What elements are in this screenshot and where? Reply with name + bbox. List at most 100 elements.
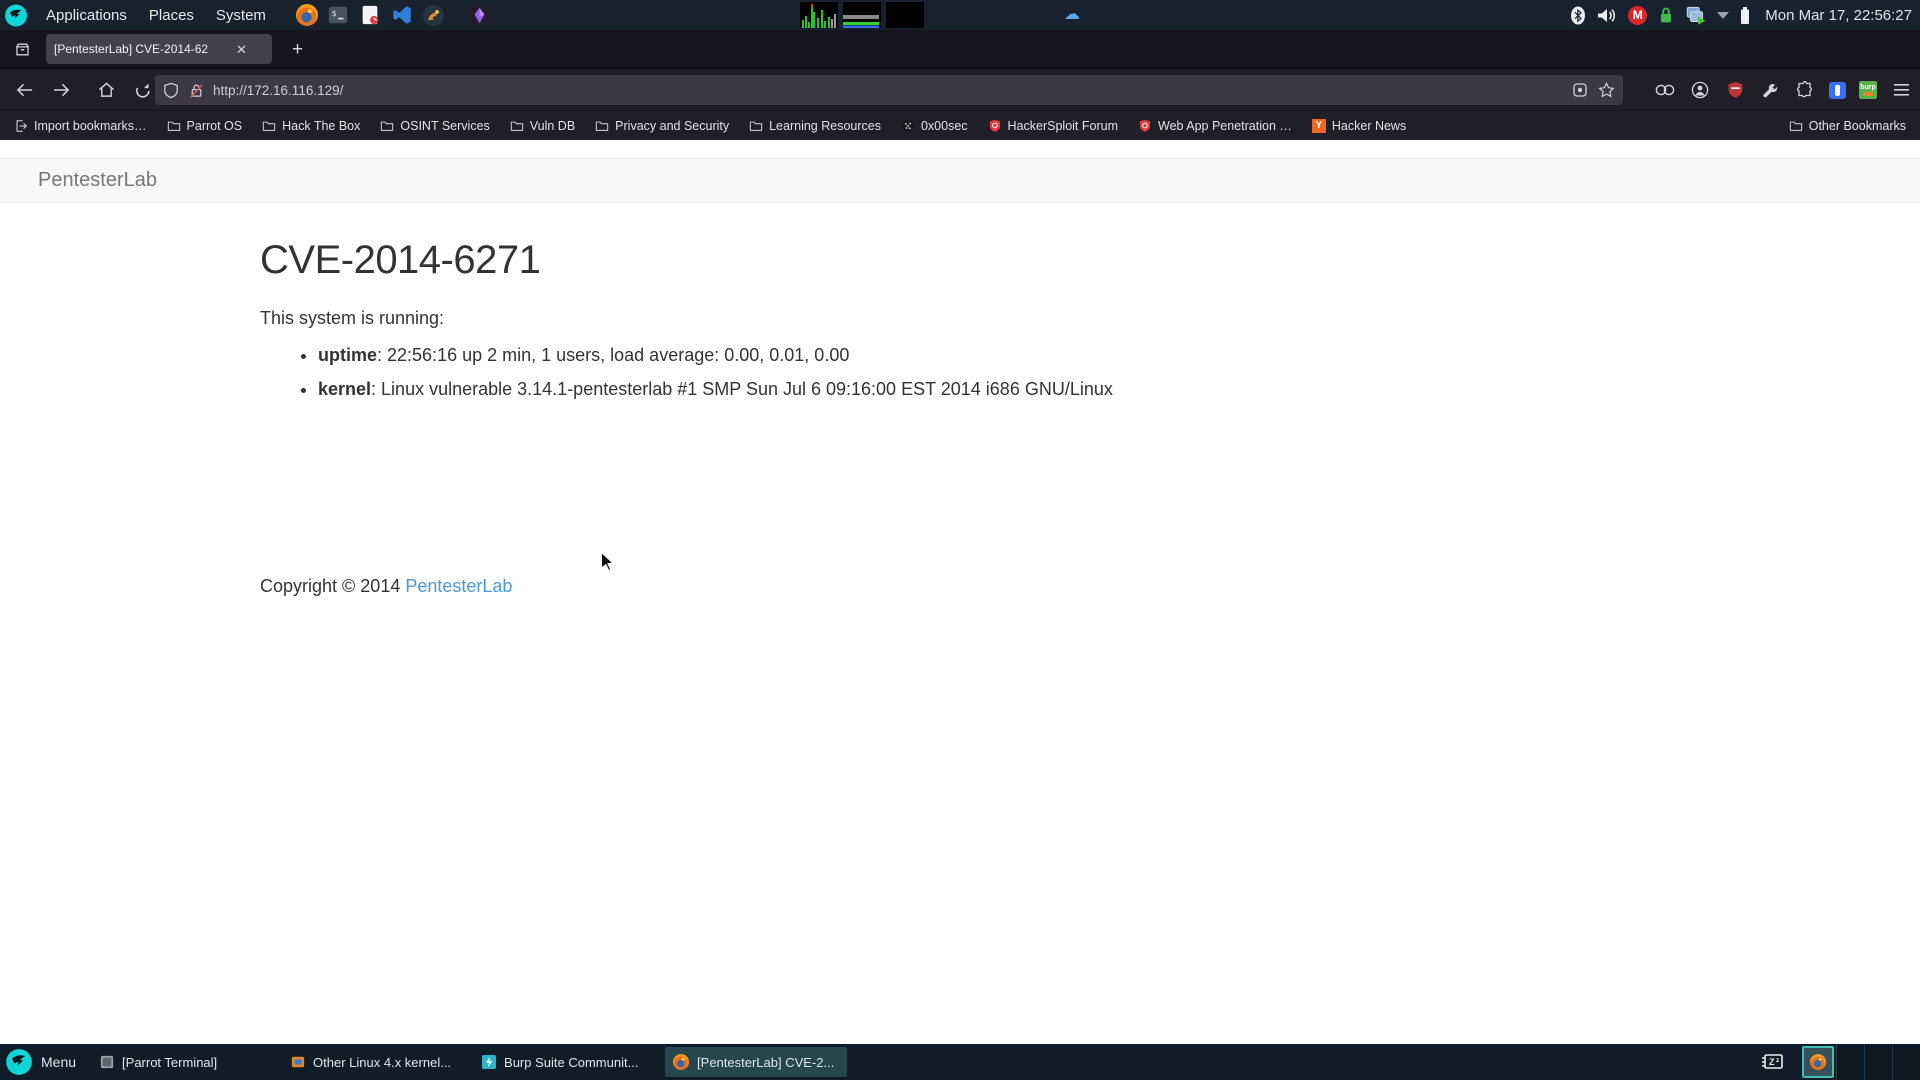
chevron-down-icon[interactable] <box>1717 12 1729 19</box>
forward-icon[interactable] <box>47 76 75 104</box>
vscode-icon[interactable] <box>390 3 414 27</box>
menu-system[interactable]: System <box>212 7 270 24</box>
folder-icon <box>510 119 524 133</box>
svg-text:z: z <box>1776 1057 1780 1064</box>
firefox-icon <box>673 1054 689 1070</box>
bookmark-hack-the-box[interactable]: Hack The Box <box>262 119 360 133</box>
crystal-icon[interactable] <box>468 3 492 27</box>
network-graph <box>886 2 924 28</box>
clock[interactable]: Mon Mar 17, 22:56:27 <box>1761 7 1916 24</box>
workspace-1-active[interactable] <box>1802 1046 1834 1078</box>
extensions-puzzle-icon[interactable] <box>1794 79 1816 101</box>
window-list: [Parrot Terminal] Other Linux 4.x kernel… <box>92 1047 847 1077</box>
page-title: CVE-2014-6271 <box>260 238 540 283</box>
insecure-lock-icon[interactable] <box>188 82 205 99</box>
bookmark-star-icon[interactable] <box>1598 82 1615 98</box>
import-icon <box>14 119 28 133</box>
containers-mask-icon[interactable] <box>1654 79 1676 101</box>
blue-extension-icon[interactable] <box>1829 82 1846 99</box>
firefox-tab-bar: [PentesterLab] CVE-2014-62 ✕ + <box>0 30 1920 68</box>
new-tab-button[interactable]: + <box>286 38 309 61</box>
bookmark-vuln-db[interactable]: Vuln DB <box>510 119 575 133</box>
other-bookmarks[interactable]: Other Bookmarks <box>1789 119 1906 133</box>
back-icon[interactable] <box>10 76 38 104</box>
bookmark-web-app-penetration[interactable]: Web App Penetration … <box>1138 119 1292 133</box>
bookmark-learning-resources[interactable]: Learning Resources <box>749 119 881 133</box>
system-info-list: uptime: 22:56:16 up 2 min, 1 users, load… <box>260 342 1113 410</box>
bookmarks-bar: Import bookmarks… Parrot OS Hack The Box… <box>0 110 1920 140</box>
mouse-cursor <box>598 551 617 573</box>
page-action-icon[interactable] <box>1572 82 1588 98</box>
vm-windows-icon[interactable] <box>1685 5 1707 25</box>
workspace-2[interactable] <box>1836 1044 1864 1080</box>
url-bar[interactable]: http://172.16.116.129/ <box>155 75 1623 105</box>
hacker-news-favicon: Y <box>1312 119 1326 133</box>
lock-icon[interactable] <box>1657 6 1675 24</box>
folder-icon <box>167 119 181 133</box>
task-pentesterlab-firefox[interactable]: [PentesterLab] CVE-2... <box>665 1047 847 1077</box>
firefox-nav-bar: http://172.16.116.129/ burp <box>0 68 1920 110</box>
footer-copyright: Copyright © 2014PentesterLab <box>260 576 512 597</box>
wrench-icon[interactable] <box>1759 79 1781 101</box>
parrot-logo-icon[interactable] <box>4 3 28 27</box>
bookmark-0x00sec[interactable]: 0x00sec <box>901 119 968 133</box>
task-other-linux-vm[interactable]: Other Linux 4.x kernel... <box>283 1047 465 1077</box>
menu-places[interactable]: Places <box>145 7 198 24</box>
list-item-kernel: kernel: Linux vulnerable 3.14.1-penteste… <box>318 376 1113 402</box>
list-item-uptime: uptime: 22:56:16 up 2 min, 1 users, load… <box>318 342 1113 368</box>
virtualbox-icon <box>291 1055 305 1069</box>
task-parrot-terminal[interactable]: [Parrot Terminal] <box>92 1047 274 1077</box>
home-icon[interactable] <box>92 76 120 104</box>
cloud-icon[interactable]: ☁ <box>1064 5 1080 25</box>
terminal-icon <box>100 1055 114 1069</box>
cpu-sleep-icon[interactable]: Zz <box>1760 1052 1786 1072</box>
svg-text:Z: Z <box>1769 1057 1775 1067</box>
bookmark-hacker-news[interactable]: Y Hacker News <box>1312 119 1406 133</box>
burp-icon <box>482 1055 496 1069</box>
bookmark-osint-services[interactable]: OSINT Services <box>380 119 489 133</box>
mega-icon[interactable]: M <box>1628 6 1647 25</box>
desktop-taskbar: Menu [Parrot Terminal] Other Linux 4.x k… <box>0 1044 1920 1080</box>
cpu-graph <box>800 2 838 28</box>
workspace-3[interactable] <box>1864 1044 1892 1080</box>
hamburger-menu-icon[interactable] <box>1890 79 1912 101</box>
bookmark-import[interactable]: Import bookmarks… <box>14 119 147 133</box>
burp-extension-icon[interactable]: burp <box>1859 81 1877 99</box>
taskbar-menu-button[interactable]: Menu <box>0 1048 76 1076</box>
bookmark-privacy-security[interactable]: Privacy and Security <box>595 119 729 133</box>
parrot-logo-icon <box>5 1048 33 1076</box>
launcher-icons: $ <box>296 3 492 27</box>
site-brand[interactable]: PentesterLab <box>38 169 157 192</box>
battery-icon[interactable] <box>1739 6 1751 25</box>
terminal-icon[interactable]: $ <box>326 3 350 27</box>
task-burp-suite[interactable]: Burp Suite Communit... <box>474 1047 656 1077</box>
tab-close-icon[interactable]: ✕ <box>236 43 247 56</box>
system-monitor-applet[interactable] <box>800 2 924 28</box>
folder-icon <box>595 119 609 133</box>
tracking-shield-icon[interactable] <box>163 82 179 99</box>
site-navbar: PentesterLab <box>0 158 1920 203</box>
anon-bird-icon[interactable] <box>422 3 446 27</box>
text-editor-icon[interactable] <box>358 3 382 27</box>
memory-graph <box>843 2 881 28</box>
firefox-icon[interactable] <box>296 4 318 26</box>
menu-applications[interactable]: Applications <box>42 7 131 24</box>
workspace-4[interactable] <box>1892 1044 1920 1080</box>
svg-text:$: $ <box>332 8 337 18</box>
ublock-icon[interactable] <box>1724 79 1746 101</box>
red-shield-favicon <box>1138 119 1152 133</box>
folder-icon <box>262 119 276 133</box>
desktop-top-panel: Applications Places System $ <box>0 0 1920 30</box>
bluetooth-icon[interactable] <box>1570 6 1586 25</box>
firefox-view-icon[interactable] <box>8 36 36 62</box>
bookmark-parrot-os[interactable]: Parrot OS <box>167 119 243 133</box>
volume-icon[interactable] <box>1596 7 1618 24</box>
reload-icon[interactable] <box>129 76 157 104</box>
pentesterlab-link[interactable]: PentesterLab <box>405 576 512 596</box>
bookmark-hackersploit-forum[interactable]: HackerSploit Forum <box>988 119 1118 133</box>
browser-tab[interactable]: [PentesterLab] CVE-2014-62 ✕ <box>46 34 272 64</box>
tab-title: [PentesterLab] CVE-2014-62 <box>54 42 232 56</box>
url-text[interactable]: http://172.16.116.129/ <box>213 83 1572 98</box>
account-icon[interactable] <box>1689 79 1711 101</box>
intro-text: This system is running: <box>260 308 444 329</box>
